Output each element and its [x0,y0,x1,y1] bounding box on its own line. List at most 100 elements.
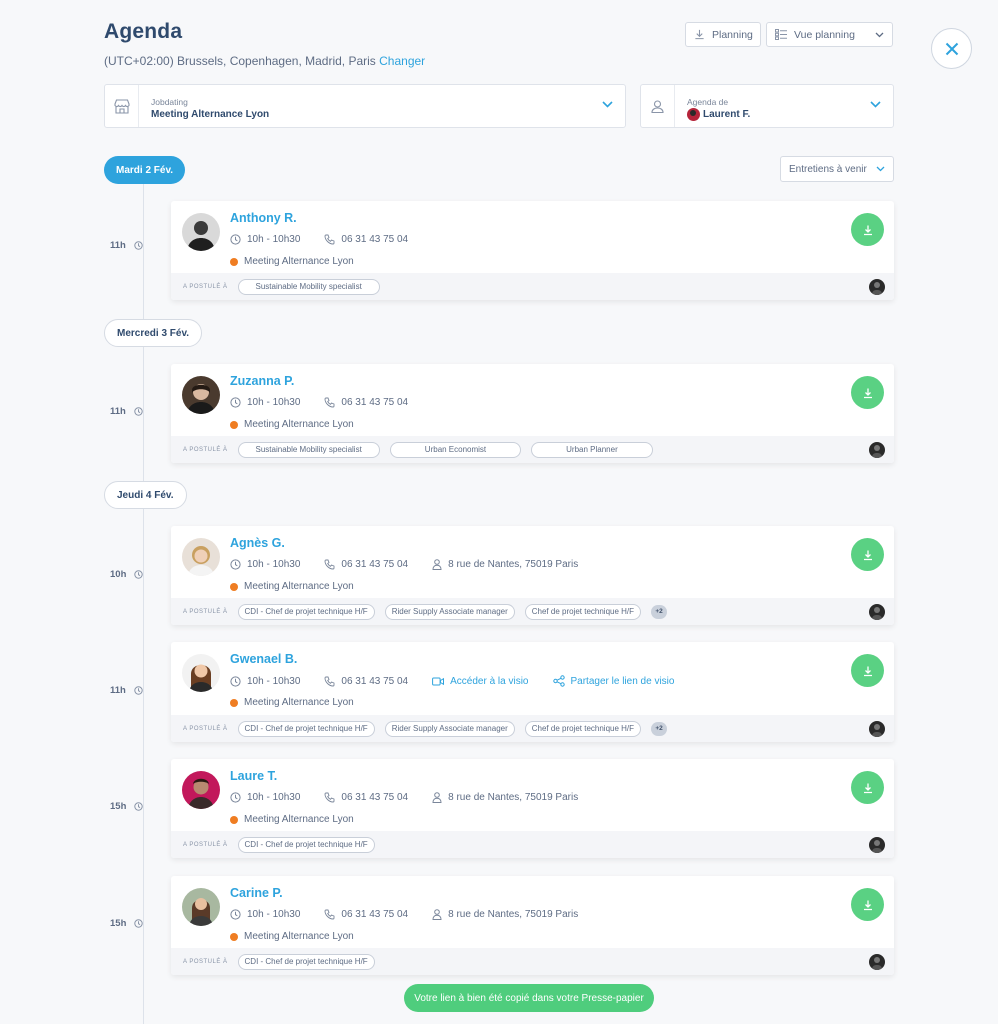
card-footer: A POSTULÉ À Sustainable Mobility special… [171,273,894,300]
upcoming-filter-dropdown[interactable]: Entretiens à venir [780,156,894,182]
clock-icon [230,559,241,570]
job-tag[interactable]: Rider Supply Associate manager [384,720,515,737]
phone-number: 06 31 43 75 04 [341,234,409,245]
hour-label: 10h [110,569,127,580]
clock-icon [230,397,241,408]
jobdating-label: Jobdating [151,97,188,107]
avatar [687,108,700,121]
candidate-name[interactable]: Agnès G. [230,536,285,550]
candidate-name[interactable]: Zuzanna P. [230,374,294,388]
clock-icon [134,241,143,250]
user-icon-cell [641,85,675,127]
candidate-name[interactable]: Gwenael B. [230,652,297,666]
phone-icon [324,792,335,803]
address: 8 rue de Nantes, 75019 Paris [448,909,579,920]
download-icon [862,549,874,561]
job-tag[interactable]: Sustainable Mobility specialist [237,441,380,458]
agenda-owner-select[interactable]: Agenda de Laurent F. [640,84,894,128]
clock-icon [134,802,144,811]
download-button[interactable] [851,213,884,246]
chevron-down-icon [876,166,885,172]
job-tag[interactable]: CDI - Chef de projet technique H/F [237,836,375,853]
recruiter-avatar [869,721,885,737]
phone-number: 06 31 43 75 04 [341,909,409,920]
job-tag[interactable]: Chef de projet technique H/F [524,720,642,737]
job-tag[interactable]: Rider Supply Associate manager [384,603,515,620]
jobdating-select[interactable]: Jobdating Meeting Alternance Lyon [104,84,626,128]
event-name: Meeting Alternance Lyon [244,931,354,942]
candidate-avatar [182,213,220,251]
candidate-name[interactable]: Laure T. [230,769,277,783]
phone-number: 06 31 43 75 04 [341,397,409,408]
clock-icon [134,570,144,579]
hour-marker: 10h [110,569,150,580]
interview-time: 10h - 10h30 [247,792,301,803]
download-button[interactable] [851,538,884,571]
interview-card[interactable]: Agnès G. 10h - 10h30 06 31 43 75 04 8 ru… [171,526,894,625]
card-footer: A POSTULÉ À CDI - Chef de projet techniq… [171,598,894,625]
view-planning-dropdown[interactable]: Vue planning [766,22,893,47]
event-dot [230,932,238,941]
interview-time: 10h - 10h30 [247,559,301,570]
job-tag[interactable]: Sustainable Mobility specialist [237,278,380,295]
download-button[interactable] [851,654,884,687]
day-pill-mercredi[interactable]: Mercredi 3 Fév. [104,319,203,347]
interview-card[interactable]: Anthony R. 10h - 10h30 06 31 43 75 04 Me… [171,201,894,300]
hour-marker: 15h [110,801,150,812]
address: 8 rue de Nantes, 75019 Paris [448,559,579,570]
user-pin-icon [432,909,442,920]
close-button[interactable] [931,28,972,69]
clock-icon [230,234,241,245]
chevron-down-icon [875,32,884,38]
candidate-name[interactable]: Anthony R. [230,211,297,225]
download-button[interactable] [851,771,884,804]
day-pill-mardi[interactable]: Mardi 2 Fév. [104,156,186,184]
more-tags-badge[interactable]: +2 [651,604,668,619]
view-button-label: Vue planning [794,28,855,41]
download-button[interactable] [851,376,884,409]
job-tag[interactable]: Chef de projet technique H/F [524,603,642,620]
card-footer: A POSTULÉ À CDI - Chef de projet techniq… [171,715,894,742]
job-tag[interactable]: CDI - Chef de projet technique H/F [237,953,375,970]
user-pin-icon [432,792,442,803]
job-tag[interactable]: Urban Planner [531,441,653,458]
hour-label: 11h [110,406,126,417]
recruiter-avatar [869,279,885,295]
store-icon [113,98,130,114]
interview-card[interactable]: Carine P. 10h - 10h30 06 31 43 75 04 8 r… [171,876,894,975]
candidate-name[interactable]: Carine P. [230,886,283,900]
job-tag[interactable]: Urban Economist [389,441,522,458]
phone-number: 06 31 43 75 04 [341,792,409,803]
download-icon [862,224,874,236]
candidate-avatar [182,888,220,926]
download-icon [862,899,874,911]
clock-icon [134,407,143,416]
job-tag[interactable]: CDI - Chef de projet technique H/F [237,603,375,620]
job-tag[interactable]: CDI - Chef de projet technique H/F [237,720,375,737]
interview-card[interactable]: Zuzanna P. 10h - 10h30 06 31 43 75 04 Me… [171,364,894,463]
card-footer: A POSTULÉ À CDI - Chef de projet techniq… [171,831,894,858]
event-dot [230,698,238,707]
event-dot [230,257,238,266]
share-video-link[interactable]: Partager le lien de visio [571,676,675,687]
page-title: Agenda [104,20,183,43]
download-button[interactable] [851,888,884,921]
applied-label: A POSTULÉ À [183,283,228,290]
download-icon [862,782,874,794]
change-timezone-link[interactable]: Changer [379,54,425,68]
phone-icon [324,909,335,920]
interview-card[interactable]: Laure T. 10h - 10h30 06 31 43 75 04 8 ru… [171,759,894,858]
clock-icon [230,909,241,920]
candidate-avatar [182,654,220,692]
join-video-link[interactable]: Accéder à la visio [450,676,528,687]
event-name: Meeting Alternance Lyon [244,581,354,592]
upcoming-filter-label: Entretiens à venir [789,163,867,175]
interview-card[interactable]: Gwenael B. 10h - 10h30 06 31 43 75 04 Ac… [171,642,894,742]
video-icon [432,677,445,686]
day-pill-jeudi[interactable]: Jeudi 4 Fév. [104,481,187,509]
share-icon [552,675,565,687]
more-tags-badge[interactable]: +2 [651,721,668,736]
timezone-text: (UTC+02:00) Brussels, Copenhagen, Madrid… [104,54,376,68]
chevron-down-icon [870,101,881,108]
planning-download-button[interactable]: Planning [685,22,761,47]
